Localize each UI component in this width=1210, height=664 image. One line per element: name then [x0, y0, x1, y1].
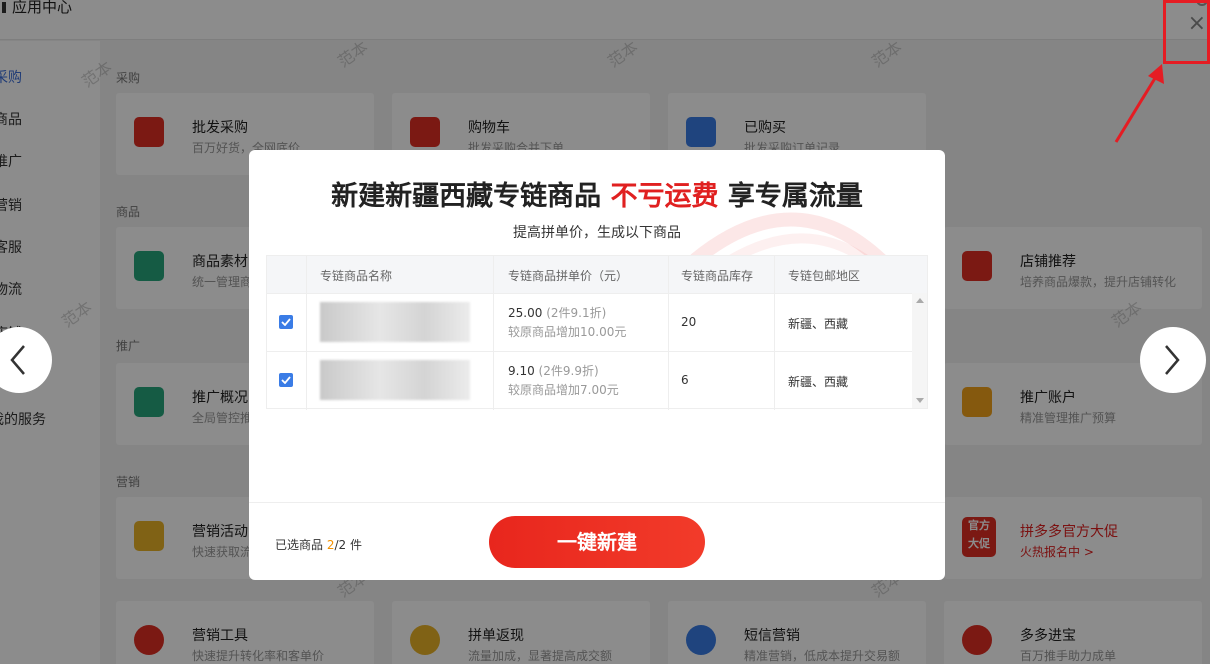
check-icon [281, 318, 291, 326]
table-header: 专链商品名称 专链商品拼单价（元） 专链商品库存 专链包邮地区 [267, 256, 927, 293]
one-click-create-button[interactable]: 一键新建 [489, 516, 705, 568]
modal-footer: 已选商品 2/2 件 一键新建 [249, 502, 945, 580]
row-checkbox[interactable] [279, 315, 293, 329]
scroll-down-icon[interactable] [916, 398, 924, 403]
column-header-stock: 专链商品库存 [681, 269, 754, 283]
price-discount: (2件9.1折) [546, 306, 607, 320]
table-row: 25.00 (2件9.1折) 较原商品增加10.00元 20 新疆、西藏 [267, 293, 912, 351]
row-stock: 20 [681, 315, 697, 329]
row-stock: 6 [681, 373, 689, 387]
headline-part2: 享专属流量 [718, 181, 863, 212]
new-product-modal: 新建新疆西藏专链商品 不亏运费 享专属流量 提高拼单价，生成以下商品 专链商品名… [249, 150, 945, 580]
chevron-right-icon [1165, 345, 1180, 375]
table-row: 9.10 (2件9.9折) 较原商品增加7.00元 6 新疆、西藏 [267, 351, 912, 409]
products-table: 专链商品名称 专链商品拼单价（元） 专链商品库存 专链包邮地区 25.00 (2… [266, 255, 928, 410]
price-value: 9.10 [508, 364, 535, 378]
row-region: 新疆、西藏 [788, 317, 849, 331]
column-header-price: 专链商品拼单价（元） [508, 269, 629, 283]
selected-suffix: /2 件 [334, 538, 362, 552]
annotation-arrow-icon [1114, 64, 1164, 143]
row-price: 9.10 (2件9.9折) [508, 362, 599, 379]
price-value: 25.00 [508, 306, 543, 320]
price-increase-note: 较原商品增加10.00元 [508, 325, 627, 339]
scroll-up-icon[interactable] [916, 298, 924, 303]
headline-part1: 新建新疆西藏专链商品 [331, 181, 611, 212]
table-scrollbar[interactable] [912, 293, 927, 408]
selected-count-text: 已选商品 2/2 件 [275, 536, 362, 553]
row-price: 25.00 (2件9.1折) [508, 304, 606, 321]
product-thumbnail-blurred [320, 360, 470, 400]
row-region: 新疆、西藏 [788, 375, 849, 389]
chevron-left-icon [10, 345, 25, 375]
annotation-highlight-box [1163, 0, 1210, 64]
modal-subtitle: 提高拼单价，生成以下商品 [513, 225, 681, 241]
column-header-region: 专链包邮地区 [788, 269, 861, 283]
column-header-name: 专链商品名称 [320, 269, 393, 283]
next-arrow-button[interactable] [1140, 327, 1206, 393]
price-discount: (2件9.9折) [538, 364, 599, 378]
check-icon [281, 376, 291, 384]
selected-label: 已选商品 [275, 538, 327, 552]
row-checkbox[interactable] [279, 373, 293, 387]
modal-headline: 新建新疆西藏专链商品 不亏运费 享专属流量 [249, 174, 945, 213]
price-increase-note: 较原商品增加7.00元 [508, 383, 619, 397]
headline-highlight: 不亏运费 [610, 181, 719, 212]
product-thumbnail-blurred [320, 302, 470, 342]
